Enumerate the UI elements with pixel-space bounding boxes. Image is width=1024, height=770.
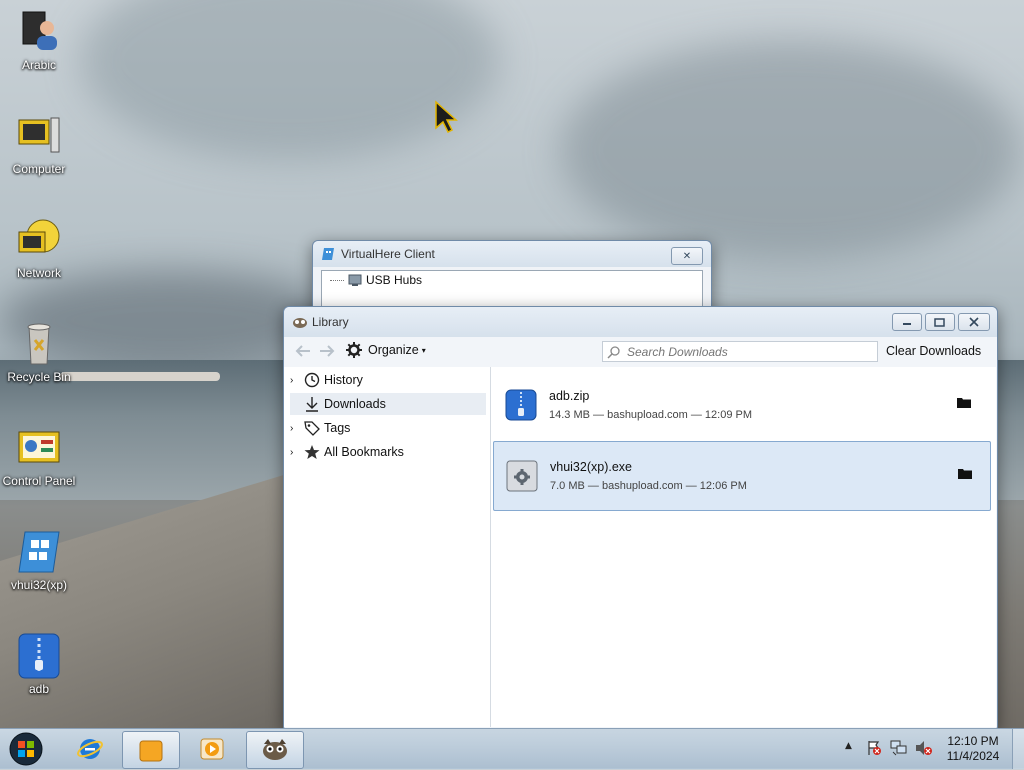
- download-filename: adb.zip: [549, 389, 590, 403]
- search-field[interactable]: [602, 341, 878, 362]
- firefox-library-icon: [263, 739, 287, 760]
- desktop-icon-label: vhui32(xp): [10, 578, 68, 592]
- taskbar-library[interactable]: [246, 731, 304, 769]
- system-clock[interactable]: 12:10 PM 11/4/2024: [940, 734, 1006, 764]
- desktop-icon-vhui32[interactable]: vhui32(xp): [0, 528, 78, 592]
- download-item[interactable]: vhui32(xp).exe 7.0 MB — bashupload.com —…: [493, 441, 991, 511]
- internet-explorer-icon: [77, 739, 103, 759]
- desktop-icon-label: Recycle Bin: [7, 370, 71, 384]
- library-titlebar[interactable]: Library: [284, 307, 997, 337]
- dropdown-caret-icon: ▾: [421, 345, 426, 355]
- desktop-icon-arabic[interactable]: Arabic: [0, 8, 78, 72]
- tree-item-label: USB Hubs: [366, 273, 423, 287]
- open-folder-icon[interactable]: [958, 468, 972, 479]
- downloads-list[interactable]: adb.zip 14.3 MB — bashupload.com — 12:09…: [491, 367, 996, 727]
- sidebar-item-label: All Bookmarks: [324, 445, 404, 459]
- desktop-icon-network[interactable]: Network: [0, 216, 78, 280]
- sidebar-item-label: Tags: [324, 421, 351, 435]
- sidebar-item-history[interactable]: › History: [290, 369, 486, 391]
- start-button[interactable]: [8, 731, 44, 767]
- volume-muted-icon[interactable]: [915, 740, 933, 759]
- network-icon: [15, 216, 63, 264]
- sidebar-item-label: Downloads: [324, 397, 386, 411]
- forward-arrow-icon: [320, 345, 335, 357]
- search-icon: [607, 345, 621, 359]
- sidebar-item-label: History: [324, 373, 363, 387]
- star-icon: [304, 444, 320, 460]
- close-icon: [969, 317, 979, 327]
- desktop-icon-recycle-bin[interactable]: Recycle Bin: [0, 320, 78, 384]
- expand-arrow-icon[interactable]: ›: [290, 423, 304, 434]
- media-player-icon: [200, 738, 224, 760]
- organize-label: Organize: [368, 343, 419, 357]
- download-details: 14.3 MB — bashupload.com — 12:09 PM: [549, 409, 752, 421]
- clock-time: 12:10 PM: [947, 734, 999, 748]
- file-explorer-icon: [139, 740, 163, 762]
- executable-icon: [506, 460, 538, 492]
- back-button[interactable]: [294, 343, 312, 362]
- desktop-icon-label: Arabic: [21, 58, 56, 72]
- control-panel-icon: [15, 424, 63, 472]
- search-input[interactable]: [625, 343, 869, 360]
- taskbar-file-explorer[interactable]: [122, 731, 180, 769]
- download-arrow-icon: [304, 396, 320, 412]
- virtualhere-close-button[interactable]: ✕: [671, 247, 703, 265]
- taskbar: ▲ 12:10 PM 11/4/2024: [0, 728, 1024, 769]
- network-tray-icon[interactable]: [890, 740, 908, 759]
- download-details: 7.0 MB — bashupload.com — 12:06 PM: [550, 480, 747, 492]
- action-center-icon[interactable]: [866, 740, 882, 759]
- desktop-icon-label: adb: [28, 682, 50, 696]
- forward-button[interactable]: [318, 343, 336, 362]
- virtualhere-icon: [15, 528, 63, 576]
- usb-hub-icon: [348, 273, 362, 287]
- desktop-icon-label: Network: [16, 266, 61, 280]
- start-orb-icon: [9, 732, 43, 766]
- gear-icon: [346, 342, 362, 358]
- desktop-icon-control-panel[interactable]: Control Panel: [0, 424, 78, 488]
- show-hidden-icons-button[interactable]: ▲: [845, 741, 852, 751]
- library-title: Library: [312, 315, 349, 329]
- zip-archive-icon: [15, 632, 63, 680]
- library-app-icon: [292, 315, 308, 329]
- virtualhere-app-icon: [321, 247, 335, 261]
- mouse-pointer-icon: [434, 100, 460, 137]
- minimize-icon: [903, 323, 911, 325]
- library-toolbar: Organize ▾ Clear Downloads: [284, 337, 997, 367]
- open-folder-icon[interactable]: [957, 397, 971, 408]
- organize-button[interactable]: Organize ▾: [346, 342, 426, 358]
- virtualhere-title: VirtualHere Client: [341, 247, 435, 261]
- clock-icon: [304, 372, 320, 388]
- expand-arrow-icon[interactable]: ›: [290, 447, 304, 458]
- desktop-icon-adb[interactable]: adb: [0, 632, 78, 696]
- clear-downloads-button[interactable]: Clear Downloads: [886, 344, 981, 358]
- desktop-icon-label: Computer: [12, 162, 66, 176]
- restore-icon: [934, 318, 945, 327]
- sidebar-item-downloads[interactable]: Downloads: [290, 393, 486, 415]
- download-filename: vhui32(xp).exe: [550, 460, 632, 474]
- recycle-bin-icon: [15, 320, 63, 368]
- computer-icon: [15, 112, 63, 160]
- library-window[interactable]: Library Organize ▾ Clear Downloads: [283, 306, 998, 729]
- taskbar-internet-explorer[interactable]: [62, 731, 118, 767]
- taskbar-media-player[interactable]: [184, 731, 240, 767]
- maximize-button[interactable]: [925, 313, 955, 331]
- sidebar-item-all-bookmarks[interactable]: › All Bookmarks: [290, 441, 486, 463]
- zip-archive-icon: [505, 389, 537, 421]
- back-arrow-icon: [295, 345, 310, 357]
- library-sidebar: › History Downloads › Tags › All Bookmar…: [284, 367, 491, 727]
- clock-date: 11/4/2024: [946, 749, 1000, 763]
- virtualhere-titlebar[interactable]: VirtualHere Client: [313, 241, 711, 267]
- minimize-button[interactable]: [892, 313, 922, 331]
- download-item[interactable]: adb.zip 14.3 MB — bashupload.com — 12:09…: [493, 371, 989, 439]
- show-desktop-button[interactable]: [1012, 729, 1024, 769]
- desktop-icon-label: Control Panel: [2, 474, 76, 488]
- tree-item-usb-hubs[interactable]: USB Hubs: [330, 273, 422, 287]
- sidebar-item-tags[interactable]: › Tags: [290, 417, 486, 439]
- user-folder-icon: [15, 8, 63, 56]
- tag-icon: [304, 420, 320, 436]
- expand-arrow-icon[interactable]: ›: [290, 375, 304, 386]
- desktop-icon-computer[interactable]: Computer: [0, 112, 78, 176]
- close-button[interactable]: [958, 313, 990, 331]
